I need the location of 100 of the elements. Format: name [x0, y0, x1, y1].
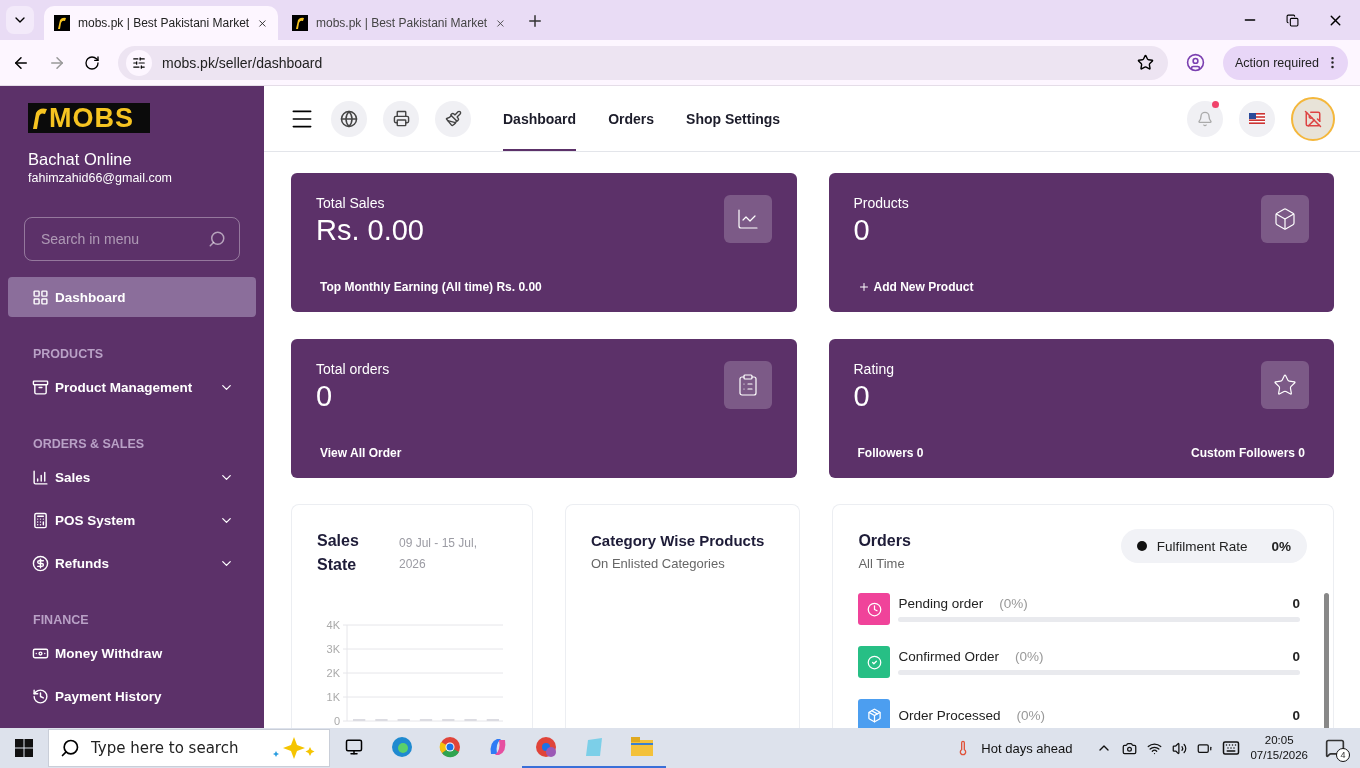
y-tick-label: 4K	[326, 619, 341, 631]
view-orders-link[interactable]: View All Order	[320, 446, 402, 460]
brush-icon	[444, 110, 462, 127]
menu-item-icon	[32, 288, 49, 306]
clear-cache-button[interactable]	[435, 100, 471, 137]
notifications-button[interactable]	[1187, 100, 1223, 137]
y-tick-label: 3K	[326, 643, 341, 655]
footer-text: Custom Followers 0	[1190, 446, 1305, 460]
folder-icon	[631, 737, 653, 757]
flag-icon	[1249, 113, 1265, 124]
menu-item-icon	[32, 468, 49, 486]
store-email: fahimzahid66@gmail.com	[28, 171, 173, 185]
chrome-profile-icon	[535, 736, 557, 758]
nav-tab[interactable]: Shop Settings	[686, 86, 781, 151]
stat-value: Rs. 0.00	[316, 214, 424, 247]
sidebar-item[interactable]: Sales	[8, 457, 256, 497]
status-glyph-icon	[866, 601, 882, 617]
browser-tab[interactable]: mobs.pk | Best Pakistani Market	[282, 6, 516, 40]
task-view-icon	[345, 738, 363, 756]
stat-value: 0	[853, 214, 871, 247]
menu-item-icon	[32, 511, 49, 529]
stat-glyph-icon	[1273, 207, 1297, 231]
tab-search-button[interactable]	[6, 6, 34, 34]
sidebar-item[interactable]: Product Management	[8, 367, 256, 407]
y-tick-label: 1K	[326, 691, 341, 703]
footer-text: Followers 0	[857, 446, 924, 460]
status-percent: (0%)	[999, 596, 1029, 611]
bookmark-star-icon[interactable]	[1136, 54, 1154, 71]
language-button[interactable]	[1239, 100, 1275, 137]
new-tab-button[interactable]	[526, 12, 544, 30]
windows-logo-icon	[15, 739, 33, 757]
panel-subtitle: On Enlisted Categories	[591, 556, 726, 571]
taskbar-search-field[interactable]: Type here to search	[48, 729, 330, 767]
globe-icon	[340, 109, 358, 128]
panel-subtitle: All Time	[858, 556, 906, 571]
stat-value: 0	[853, 380, 871, 413]
sidebar-item[interactable]: POS System	[8, 500, 256, 540]
status-percent: (0%)	[1016, 707, 1046, 723]
status-glyph-icon	[866, 707, 882, 723]
panel-title: Category Wise Products	[591, 531, 766, 551]
mobs-logo: MOBS	[28, 103, 150, 133]
nav-tab[interactable]: Dashboard	[503, 86, 577, 151]
bullet-icon	[1136, 541, 1147, 551]
notification-badge: 4	[1336, 748, 1350, 762]
notifications-button[interactable]: 4	[1318, 730, 1352, 766]
panel-title: Sales State	[317, 531, 360, 575]
menu-heading: ORDERS & SALES	[33, 437, 146, 451]
action-required-button[interactable]: Action required	[1222, 45, 1348, 80]
scrollbar[interactable]	[1324, 593, 1329, 728]
menu-item-icon	[32, 554, 49, 572]
search-icon	[208, 230, 226, 248]
sidebar-item[interactable]: Money Withdraw	[8, 633, 256, 673]
reload-icon[interactable]	[84, 54, 100, 71]
status-label: Confirmed Order	[898, 649, 999, 664]
browser-tab[interactable]: mobs.pk | Best Pakistani Market	[44, 6, 278, 40]
image-off-icon	[1304, 109, 1322, 128]
keyboard-icon[interactable]	[1222, 739, 1241, 757]
fulfilment-value: 0%	[1271, 538, 1291, 554]
status-label: Pending order	[898, 596, 984, 611]
site-settings-button[interactable]	[126, 49, 152, 76]
sidebar-item[interactable]: Dashboard	[8, 277, 256, 317]
plus-icon	[526, 12, 544, 30]
status-count: 0	[1292, 596, 1300, 611]
stat-title: Rating	[853, 361, 894, 377]
stat-title: Total orders	[316, 361, 390, 377]
menu-item-icon	[32, 687, 49, 705]
status-label: Order Processed	[898, 707, 1001, 723]
status-count: 0	[1292, 707, 1300, 723]
camera-icon[interactable]	[1122, 740, 1138, 756]
stat-glyph-icon	[735, 207, 760, 231]
print-button[interactable]	[383, 100, 419, 137]
restore-icon[interactable]	[1286, 13, 1299, 27]
sidebar-item[interactable]: Refunds	[8, 543, 256, 583]
sidebar-item[interactable]: Payment History	[8, 676, 256, 716]
add-product-link[interactable]: Add New Product	[857, 280, 974, 294]
browser-icon	[391, 736, 413, 758]
wifi-icon[interactable]	[1147, 740, 1163, 756]
address-bar[interactable]: mobs.pk/seller/dashboard	[118, 45, 1168, 80]
y-tick-label: 0	[333, 715, 340, 727]
speaker-icon[interactable]	[1172, 740, 1188, 756]
chrome-icon	[439, 736, 461, 758]
date-range: 09 Jul - 15 Jul, 2026	[399, 535, 479, 573]
footer-text: Top Monthly Earning (All time) Rs. 0.00	[320, 280, 542, 294]
sliders-icon	[132, 55, 146, 70]
menu-heading: PRODUCTS	[33, 347, 105, 361]
search-icon	[60, 738, 80, 758]
profile-icon[interactable]	[1185, 53, 1205, 72]
weather-text[interactable]: Hot days ahead	[981, 740, 1073, 756]
stat-title: Total Sales	[316, 195, 386, 211]
clock[interactable]: 20:05 07/15/2026	[1250, 733, 1308, 763]
stat-value: 0	[316, 380, 334, 413]
stat-title: Products	[853, 195, 909, 211]
avatar[interactable]	[1291, 96, 1335, 141]
globe-button[interactable]	[331, 100, 367, 137]
menu-item-icon	[32, 378, 49, 396]
stat-glyph-icon	[1273, 373, 1297, 397]
status-percent: (0%)	[1014, 649, 1045, 664]
favicon-icon	[292, 15, 308, 31]
notepad-icon	[583, 736, 605, 758]
nav-tab[interactable]: Orders	[608, 86, 655, 151]
